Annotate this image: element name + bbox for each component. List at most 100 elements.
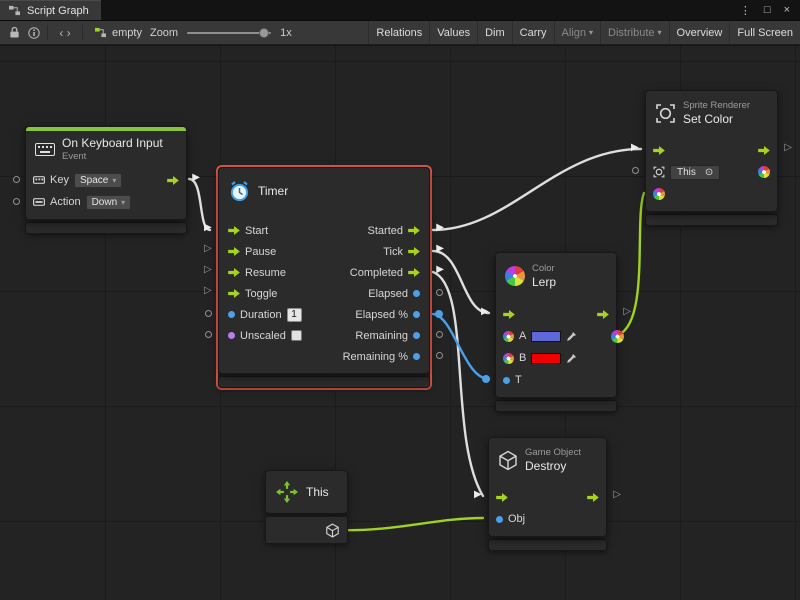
flow-in-port[interactable]	[503, 310, 515, 319]
node-set-color[interactable]: Sprite RendererSet Color This⊙ ▶ ▷	[645, 90, 778, 226]
align-dropdown[interactable]: Align▾	[554, 21, 600, 44]
flow-out-port[interactable]	[408, 247, 420, 256]
resume-ext-port[interactable]: ▷	[204, 264, 212, 276]
carry-button[interactable]: Carry	[512, 21, 554, 44]
dim-button[interactable]: Dim	[477, 21, 512, 44]
timer-icon	[228, 180, 251, 203]
zoom-slider[interactable]	[187, 32, 271, 34]
self-output-port[interactable]	[325, 523, 340, 538]
elapsed-pct-ext-port[interactable]	[435, 310, 443, 318]
flow-in-port[interactable]	[228, 268, 240, 277]
wire-tick-to-lerp[interactable]	[433, 251, 489, 313]
pause-ext-port[interactable]: ▷	[204, 243, 212, 255]
eyedropper-icon[interactable]	[566, 353, 577, 364]
zoom-label: Zoom	[150, 27, 178, 39]
remaining-ext-port[interactable]	[436, 331, 443, 338]
tick-ext-port[interactable]: ▶	[436, 243, 444, 255]
flow-in-port[interactable]	[228, 247, 240, 256]
flow-in-port[interactable]	[228, 226, 240, 235]
wire-lerp-result-to-color[interactable]	[618, 193, 644, 335]
values-button[interactable]: Values	[429, 21, 477, 44]
key-port-icon[interactable]	[33, 176, 45, 184]
completed-ext-port[interactable]: ▶	[436, 264, 444, 276]
target-object-field[interactable]: This⊙	[670, 165, 720, 180]
wire-elapsed-pct-to-t[interactable]	[433, 314, 489, 379]
color-b-swatch[interactable]	[531, 353, 561, 364]
tab-script-graph[interactable]: Script Graph	[0, 0, 101, 20]
window-close-button[interactable]: ×	[784, 4, 790, 16]
node-destroy[interactable]: Game ObjectDestroy Obj ▶ ▷	[488, 437, 607, 551]
unscaled-checkbox[interactable]	[291, 330, 302, 341]
window-maximize-button[interactable]: □	[764, 4, 771, 16]
remaining-pct-ext-port[interactable]	[436, 352, 443, 359]
t-ext-port[interactable]	[482, 375, 490, 383]
flow-in-port[interactable]	[496, 493, 508, 502]
flow-out-ext-port[interactable]: ▷	[613, 489, 621, 501]
flow-in-port[interactable]	[228, 289, 240, 298]
started-ext-port[interactable]: ▶	[436, 222, 444, 234]
eyedropper-icon[interactable]	[566, 331, 577, 342]
start-ext-port[interactable]: ▶	[204, 222, 212, 234]
data-out-port[interactable]	[413, 332, 420, 339]
color-a-swatch[interactable]	[531, 331, 561, 342]
color-in-port[interactable]	[653, 188, 665, 200]
info-button[interactable]	[24, 21, 44, 44]
node-ports: A B T	[496, 299, 616, 397]
wire-started-to-set-color[interactable]	[433, 149, 641, 230]
window-menu-button[interactable]: ⋮	[740, 4, 751, 17]
data-out-port[interactable]	[413, 353, 420, 360]
data-in-port[interactable]	[496, 516, 503, 523]
action-ext-port[interactable]	[13, 198, 20, 205]
flow-out-port[interactable]	[167, 176, 179, 185]
data-out-port[interactable]	[413, 311, 420, 318]
zoom-slider-handle[interactable]	[259, 28, 269, 38]
lock-button[interactable]	[4, 21, 24, 44]
flow-out-ext-port[interactable]: ▶	[192, 172, 200, 184]
flow-in-ext-port[interactable]: ▶	[631, 142, 639, 154]
action-port-icon[interactable]	[33, 198, 45, 206]
flow-in-port[interactable]	[653, 146, 665, 155]
graph-canvas[interactable]: On Keyboard InputEvent Key Space▾ Action…	[0, 46, 800, 600]
duration-ext-port[interactable]	[205, 310, 212, 317]
color-port-icon[interactable]	[503, 353, 514, 364]
duration-input[interactable]: 1	[287, 308, 302, 322]
distribute-dropdown[interactable]: Distribute▾	[600, 21, 668, 44]
sprite-renderer-port-icon[interactable]	[653, 166, 665, 178]
color-out-port[interactable]	[758, 166, 770, 178]
flow-out-port[interactable]	[597, 310, 609, 319]
toggle-ext-port[interactable]: ▷	[204, 285, 212, 297]
data-out-port[interactable]	[413, 290, 420, 297]
node-color-lerp[interactable]: ColorLerp A B	[495, 252, 617, 412]
graph-asset[interactable]: empty	[86, 27, 150, 39]
flow-out-port[interactable]	[408, 226, 420, 235]
fullscreen-button[interactable]: Full Screen	[729, 21, 800, 44]
data-in-port[interactable]	[228, 332, 235, 339]
flow-out-port[interactable]	[587, 493, 599, 502]
port-label: Start	[245, 225, 268, 237]
overview-button[interactable]: Overview	[669, 21, 730, 44]
flow-out-ext-port[interactable]: ▷	[784, 142, 792, 154]
unscaled-ext-port[interactable]	[205, 331, 212, 338]
key-dropdown[interactable]: Space▾	[74, 173, 122, 188]
data-in-port[interactable]	[503, 377, 510, 384]
flow-out-ext-port[interactable]: ▷	[623, 306, 631, 318]
object-picker-icon[interactable]: ⊙	[705, 167, 713, 178]
titlebar: Script Graph ⋮ □ ×	[0, 0, 800, 21]
target-ext-port[interactable]	[632, 167, 639, 174]
flow-out-port[interactable]	[408, 268, 420, 277]
key-ext-port[interactable]	[13, 176, 20, 183]
flow-out-port[interactable]	[758, 146, 770, 155]
action-dropdown[interactable]: Down▾	[86, 195, 132, 210]
result-ext-port[interactable]	[611, 330, 624, 343]
color-port-icon[interactable]	[503, 331, 514, 342]
wire-self-to-obj[interactable]	[340, 518, 483, 530]
node-self[interactable]: This	[265, 470, 348, 544]
flow-in-ext-port[interactable]: ▶	[474, 489, 482, 501]
breadcrumb-root-button[interactable]: ‹ ›	[51, 21, 79, 44]
elapsed-ext-port[interactable]	[436, 289, 443, 296]
node-on-keyboard-input[interactable]: On Keyboard InputEvent Key Space▾ Action…	[25, 126, 187, 234]
node-timer[interactable]: Timer Start Started Pause Tick Resume Co…	[218, 167, 430, 388]
flow-in-ext-port[interactable]: ▶	[481, 306, 489, 318]
data-in-port[interactable]	[228, 311, 235, 318]
relations-button[interactable]: Relations	[368, 21, 429, 44]
